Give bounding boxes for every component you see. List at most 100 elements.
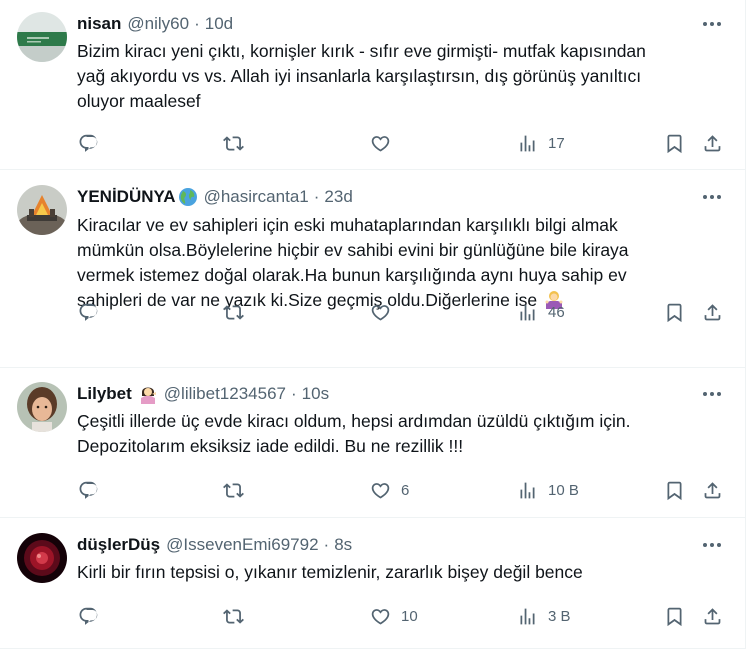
retweet-button[interactable]	[223, 475, 244, 505]
reply-icon	[79, 607, 98, 625]
share-button[interactable]	[702, 601, 723, 631]
tweet-text-line: Kiracılar ve ev sahipleri için eski muha…	[77, 215, 618, 235]
separator-dot: ·	[290, 384, 297, 403]
tweet-header: Lilybet @lilibet1234567 · 10s	[77, 383, 329, 405]
tweet-text-line: Kirli bir fırın tepsisi o, yıkanır temiz…	[77, 562, 583, 582]
avatar[interactable]	[17, 185, 67, 235]
separator-dot: ·	[194, 14, 200, 33]
display-name[interactable]: YENİDÜNYA	[77, 187, 176, 207]
person-tipping-hand-icon	[138, 384, 158, 404]
reply-button[interactable]	[78, 475, 99, 505]
tweet-text-line: yağ akıyordu vs vs. Allah iyi insanlarla…	[77, 66, 642, 86]
globe-icon	[178, 187, 198, 207]
retweet-icon	[223, 304, 244, 320]
views-button[interactable]: 10 B	[517, 475, 579, 505]
bookmark-button[interactable]	[664, 297, 685, 327]
tweet[interactable]: nisan @nily60 · 10d Bizim kiracı yeni çı…	[0, 0, 745, 170]
user-handle[interactable]: @hasircanta1	[204, 187, 309, 207]
tweet-text-line: Bizim kiracı yeni çıktı, kornişler kırık…	[77, 41, 646, 61]
tweet[interactable]: Lilybet @lilibet1234567 · 10s Çeşitli il…	[0, 368, 745, 518]
tweet-header: düşlerDüş @IssevenEmi69792 · 8s	[77, 534, 352, 556]
share-icon	[704, 607, 721, 624]
more-options-button[interactable]	[699, 11, 725, 37]
heart-icon	[371, 608, 390, 625]
action-bar: 6 10 B	[0, 475, 745, 505]
bookmark-button[interactable]	[664, 128, 685, 158]
views-button[interactable]: 17	[517, 128, 565, 158]
more-icon	[703, 392, 721, 396]
retweet-button[interactable]	[223, 601, 244, 631]
tweet-text-line: Depozitolarım eksiksiz iade edildi. Bu n…	[77, 436, 464, 456]
timestamp[interactable]: 10s	[302, 384, 329, 404]
reply-icon	[79, 303, 98, 321]
like-button[interactable]: 6	[370, 475, 409, 505]
avatar[interactable]	[17, 382, 67, 432]
action-bar: 17	[0, 128, 745, 158]
retweet-icon	[223, 608, 244, 624]
retweet-button[interactable]	[223, 128, 244, 158]
like-button[interactable]	[370, 128, 401, 158]
views-icon	[520, 304, 535, 320]
tweet-text: Bizim kiracı yeni çıktı, kornişler kırık…	[77, 39, 717, 114]
like-button[interactable]: 10	[370, 601, 418, 631]
reply-button[interactable]	[78, 128, 99, 158]
bookmark-icon	[667, 481, 682, 500]
tweet[interactable]: YENİDÜNYA @hasircanta1 · 23d Kiracılar v…	[0, 170, 745, 368]
display-name[interactable]: Lilybet	[77, 384, 132, 404]
share-button[interactable]	[702, 475, 723, 505]
tweet-text-line: Çeşitli illerde üç evde kiracı oldum, he…	[77, 411, 631, 431]
bookmark-button[interactable]	[664, 601, 685, 631]
views-button[interactable]: 3 B	[517, 601, 571, 631]
separator-dot: ·	[323, 535, 330, 554]
tweet-text: Kirli bir fırın tepsisi o, yıkanır temiz…	[77, 560, 717, 585]
timestamp[interactable]: 10d	[205, 14, 233, 34]
tweet-text: Çeşitli illerde üç evde kiracı oldum, he…	[77, 409, 717, 459]
more-options-button[interactable]	[699, 532, 725, 558]
display-name[interactable]: düşlerDüş	[77, 535, 160, 555]
tweet-text-line: mümkün olsa.Böylelerine hiçbir ev sahibi…	[77, 240, 629, 260]
share-icon	[704, 303, 721, 320]
tweet-text-line: oluyor maalesef	[77, 91, 201, 111]
timestamp[interactable]: 8s	[334, 535, 352, 555]
separator-dot: ·	[313, 187, 320, 206]
more-icon	[703, 195, 721, 199]
heart-icon	[371, 482, 390, 499]
avatar[interactable]	[17, 12, 67, 62]
heart-icon	[371, 304, 390, 321]
views-button[interactable]: 46	[517, 297, 565, 327]
avatar[interactable]	[17, 533, 67, 583]
reply-button[interactable]	[78, 601, 99, 631]
tweet-text-line: vermek istemez doğal olarak.Ha bunun kar…	[77, 265, 627, 285]
more-options-button[interactable]	[699, 381, 725, 407]
view-count: 46	[548, 303, 565, 321]
view-count: 3 B	[548, 607, 571, 625]
tweet[interactable]: düşlerDüş @IssevenEmi69792 · 8s Kirli bi…	[0, 518, 745, 649]
share-button[interactable]	[702, 297, 723, 327]
like-count: 6	[401, 481, 410, 499]
reply-icon	[79, 134, 98, 152]
timestamp[interactable]: 23d	[324, 187, 352, 207]
share-icon	[704, 481, 721, 498]
tweet-header: YENİDÜNYA @hasircanta1 · 23d	[77, 186, 353, 208]
action-bar: 10 3 B	[0, 601, 745, 631]
retweet-icon	[223, 135, 244, 151]
share-icon	[704, 134, 721, 151]
retweet-icon	[223, 482, 244, 498]
heart-icon	[371, 135, 390, 152]
share-button[interactable]	[702, 128, 723, 158]
more-icon	[703, 543, 721, 547]
user-handle[interactable]: @IssevenEmi69792	[166, 535, 318, 555]
like-button[interactable]	[370, 297, 401, 327]
more-icon	[703, 22, 721, 26]
action-bar: 46	[0, 297, 745, 327]
user-handle[interactable]: @nily60	[127, 14, 189, 34]
bookmark-icon	[667, 134, 682, 153]
user-handle[interactable]: @lilibet1234567	[164, 384, 286, 404]
bookmark-button[interactable]	[664, 475, 685, 505]
like-count: 10	[401, 607, 418, 625]
view-count: 17	[548, 134, 565, 152]
more-options-button[interactable]	[699, 184, 725, 210]
display-name[interactable]: nisan	[77, 14, 121, 34]
reply-button[interactable]	[78, 297, 99, 327]
retweet-button[interactable]	[223, 297, 244, 327]
